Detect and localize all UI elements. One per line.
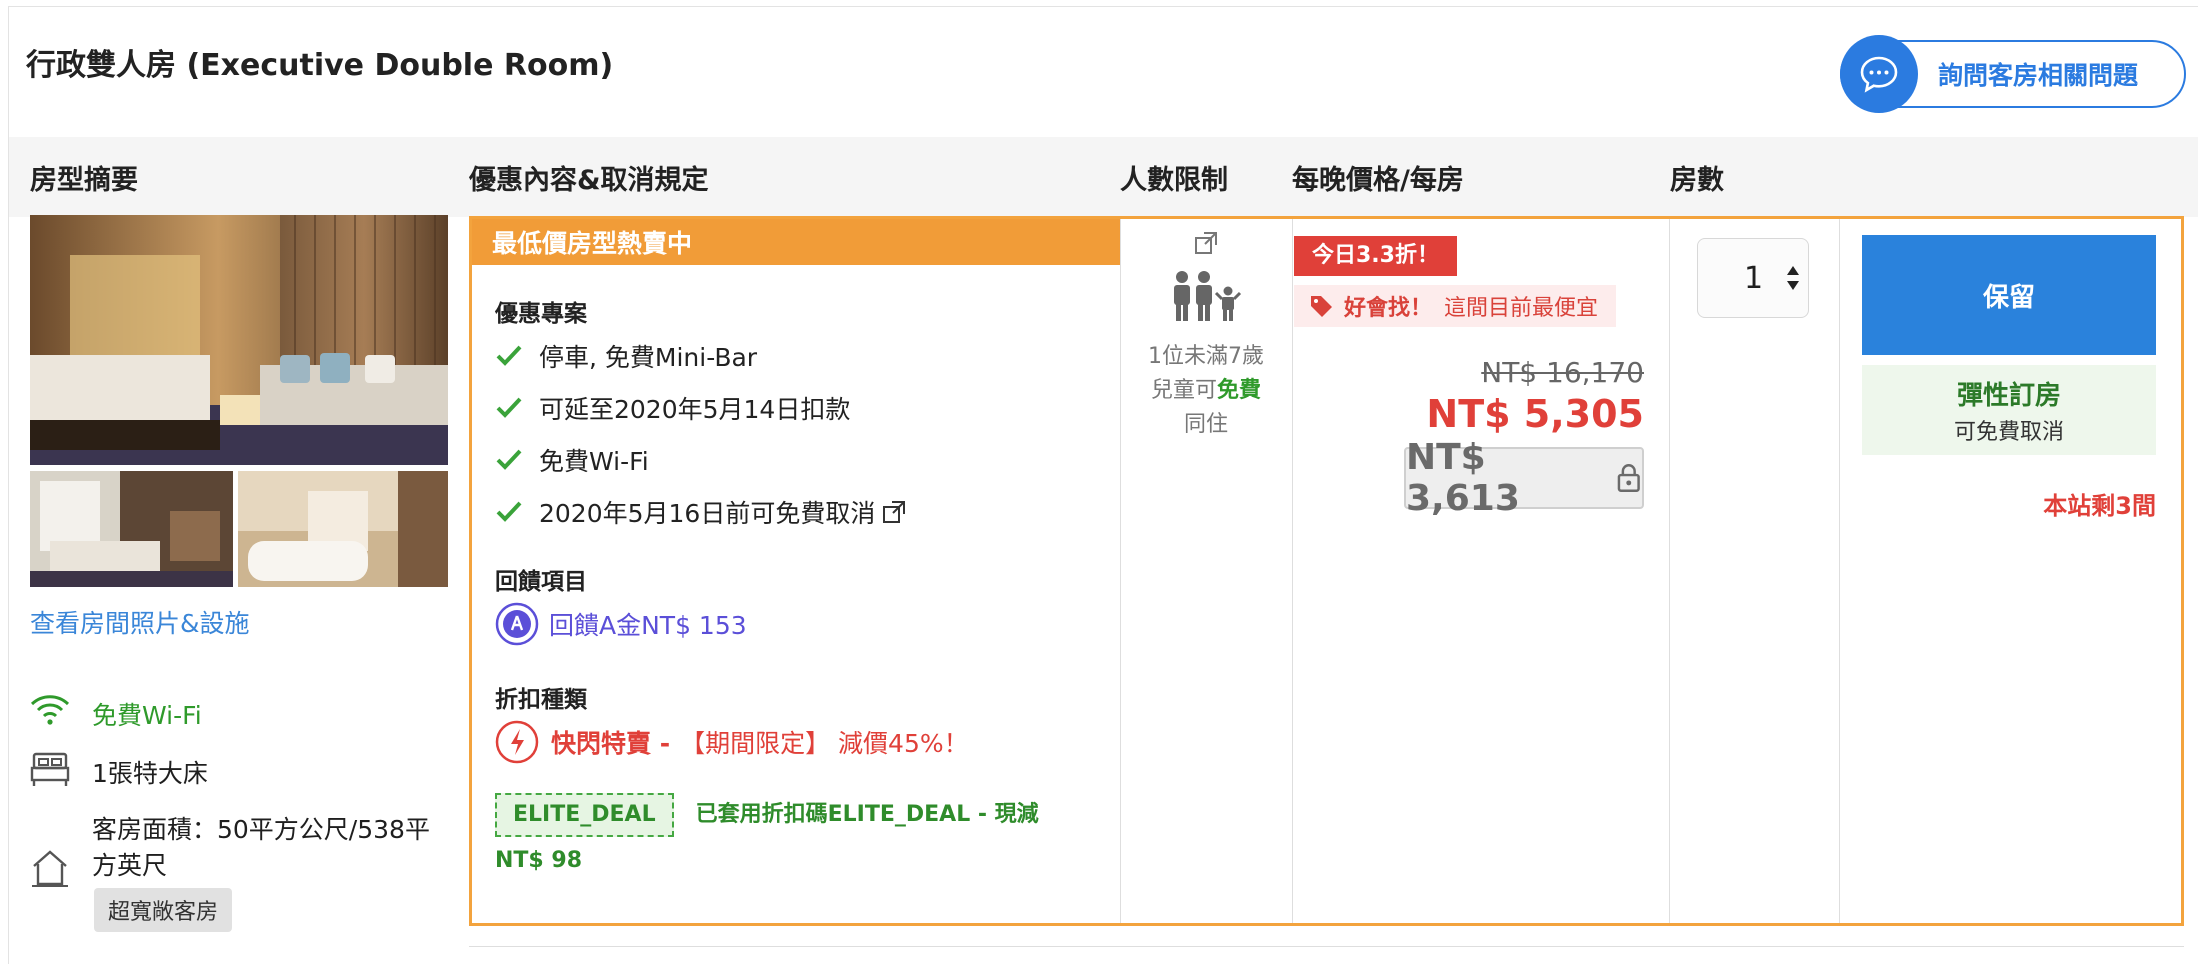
lock-icon	[1618, 464, 1641, 492]
ask-room-question-label: 詢問客房相關問題	[1938, 61, 2139, 90]
free-cancellation-text: 可免費取消	[1953, 420, 2064, 445]
benefit-label: 2020年5月16日前可免費取消	[539, 499, 876, 528]
room-photo-main[interactable]	[30, 215, 448, 465]
wifi-icon	[30, 695, 70, 725]
external-link-icon[interactable]	[881, 499, 907, 525]
ask-room-question-button[interactable]: 詢問客房相關問題	[1840, 35, 2186, 113]
benefit-label: 可延至2020年5月14日扣款	[539, 395, 851, 424]
benefit-label: 免費Wi-Fi	[539, 447, 649, 476]
bed-icon	[30, 752, 70, 786]
column-rooms: 房數	[1670, 165, 1724, 196]
column-persons: 人數限制	[1120, 165, 1228, 196]
select-arrows-icon	[1787, 266, 1800, 290]
chat-bubble-icon	[1840, 35, 1918, 113]
amenity-area: 客房面積：50平方公尺/538平方英尺	[28, 812, 432, 890]
reserve-button[interactable]: 保留	[1862, 235, 2156, 355]
best-price-label: 好會找！	[1344, 296, 1433, 321]
cashback-title: 回饋項目	[495, 569, 587, 595]
benefit-item: 免費Wi-Fi	[495, 442, 649, 478]
hot-deal-banner: 最低價房型熱賣中	[472, 219, 1120, 265]
column-divider	[1669, 219, 1670, 923]
flash-sale-detail: 【期間限定】 減價45%！	[680, 729, 969, 758]
benefit-item: 可延至2020年5月14日扣款	[495, 390, 850, 426]
room-size-tag: 超寬敞客房	[94, 888, 233, 932]
room-quantity-select[interactable]: 1	[1697, 238, 1809, 318]
amenity-bed: 1張特大床	[28, 746, 208, 790]
coupon-applied-text: 已套用折扣碼ELITE_DEAL - 現減	[695, 802, 1039, 827]
child-policy-line: 1位未滿7歲	[1148, 344, 1264, 369]
amenity-wifi: 免費Wi-Fi	[28, 688, 202, 732]
room-photo-thumb-2[interactable]	[238, 471, 448, 587]
rooms-left-text: 本站剩3間	[2043, 492, 2156, 520]
price-tag-icon	[1311, 296, 1332, 317]
check-icon	[496, 397, 522, 418]
original-price: NT$ 16,170	[1481, 356, 1644, 389]
room-title: 行政雙人房 (Executive Double Room)	[26, 48, 614, 83]
child-policy-line: 兒童可	[1150, 378, 1217, 403]
table-header	[9, 137, 2198, 217]
room-quantity-value: 1	[1744, 260, 1764, 296]
best-price-text: 這間目前最便宜	[1444, 296, 1599, 321]
benefit-item: 2020年5月16日前可免費取消	[495, 494, 907, 530]
check-icon	[496, 501, 522, 522]
coupon-amount: NT$ 98	[495, 848, 583, 873]
member-price[interactable]: NT$ 3,613	[1404, 437, 1644, 519]
flexible-booking-title: 彈性訂房	[1956, 381, 2061, 411]
coin-icon	[495, 602, 539, 646]
current-price: NT$ 5,305	[1426, 392, 1644, 436]
column-divider	[1839, 219, 1840, 923]
free-label: 免費	[1217, 378, 1262, 403]
external-link-icon[interactable]	[1193, 230, 1219, 256]
discount-item: 快閃特賣 - 【期間限定】 減價45%！	[495, 720, 969, 764]
column-offers: 優惠內容&取消規定	[469, 165, 709, 196]
column-price: 每晚價格/每房	[1292, 165, 1464, 196]
two-adults-one-child-icon	[1174, 271, 1242, 321]
check-icon	[496, 345, 522, 366]
flash-icon	[495, 720, 539, 764]
room-photo-thumb-1[interactable]	[30, 471, 233, 587]
benefit-item: 停車, 免費Mini-Bar	[495, 338, 757, 374]
next-row-edge	[469, 946, 2184, 947]
discount-title: 折扣種類	[495, 687, 587, 713]
cashback-label: 回饋A金NT$ 153	[549, 611, 747, 640]
column-summary: 房型摘要	[30, 165, 138, 196]
child-policy-line: 同住	[1183, 412, 1228, 437]
child-policy-note: 1位未滿7歲 兒童可免費 同住	[1121, 340, 1291, 442]
today-discount-badge: 今日3.3折！	[1294, 236, 1457, 276]
amenity-wifi-label: 免費Wi-Fi	[92, 701, 202, 730]
coupon-code-badge: ELITE_DEAL	[495, 793, 674, 837]
member-price-value: NT$ 3,613	[1406, 437, 1520, 519]
amenity-area-label: 客房面積：50平方公尺/538平方英尺	[92, 815, 430, 880]
amenity-bed-label: 1張特大床	[92, 759, 208, 788]
view-room-photos-link[interactable]: 查看房間照片&設施	[30, 604, 250, 640]
check-icon	[496, 449, 522, 470]
benefit-label: 停車, 免費Mini-Bar	[539, 343, 758, 372]
column-divider	[1292, 219, 1293, 923]
best-price-badge: 好會找！ 這間目前最便宜	[1294, 285, 1617, 327]
cashback-item: 回饋A金NT$ 153	[495, 602, 747, 646]
occupancy-info: 1位未滿7歲 兒童可免費 同住	[1121, 230, 1291, 442]
coupon-row: ELITE_DEAL 已套用折扣碼ELITE_DEAL - 現減 NT$ 98	[495, 792, 1115, 884]
flexible-booking-box: 彈性訂房 可免費取消	[1862, 365, 2156, 455]
room-area-icon	[32, 850, 68, 887]
flash-sale-label: 快閃特賣 -	[551, 729, 671, 758]
benefits-title: 優惠專案	[495, 301, 587, 327]
